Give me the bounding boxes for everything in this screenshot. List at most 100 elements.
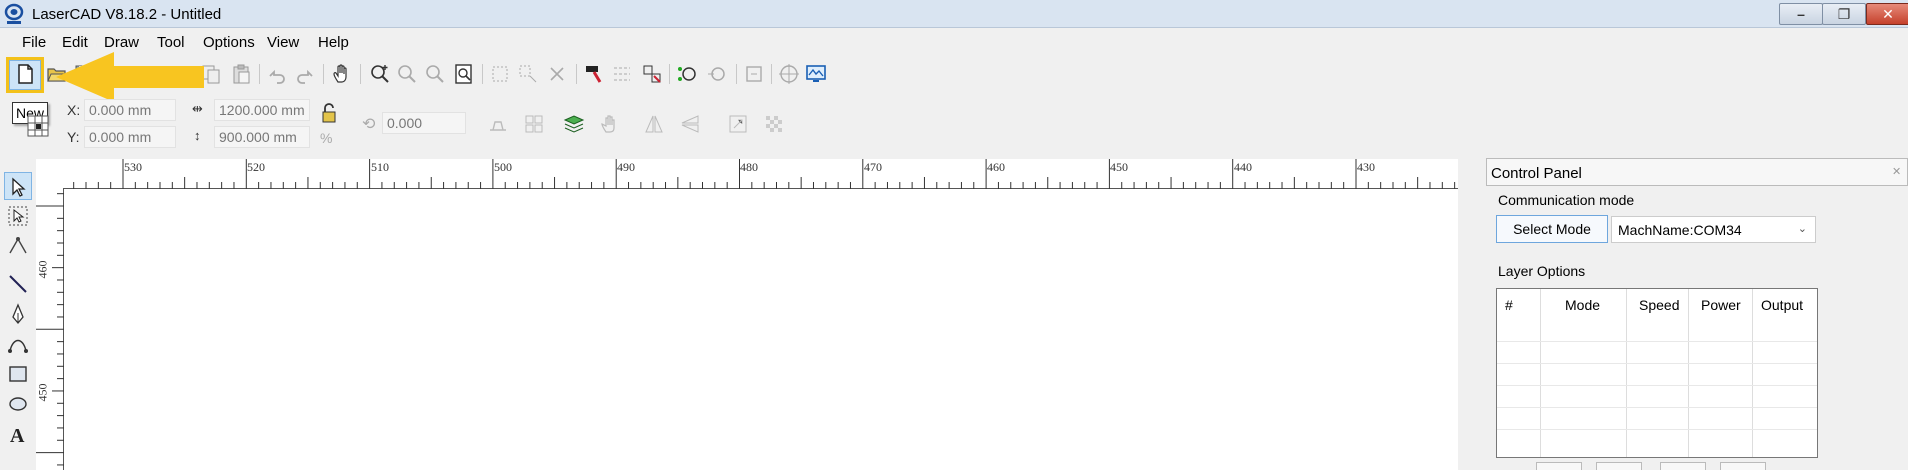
select-tool[interactable] [4, 172, 32, 200]
layer-column-mode [1541, 289, 1627, 457]
panel-bottom-button[interactable] [1596, 462, 1642, 470]
bezier-tool[interactable] [4, 330, 32, 358]
undo-icon [269, 69, 285, 84]
menu-draw[interactable]: Draw [104, 34, 139, 51]
text-tool[interactable]: A [4, 420, 32, 448]
app-window: LaserCAD V8.18.2 - Untitled – ❐ ✕ File E… [0, 0, 1908, 470]
layer-column-speed [1627, 289, 1689, 457]
menu-edit[interactable]: Edit [62, 34, 88, 51]
toolbar-separator [736, 64, 737, 84]
shape-edit-tool[interactable] [4, 232, 32, 260]
communication-mode-label: Communication mode [1498, 192, 1635, 208]
redo-button[interactable] [291, 60, 319, 88]
table-row [1497, 429, 1817, 430]
monitor-button[interactable] [802, 60, 830, 88]
ellipse-tool[interactable] [4, 390, 32, 418]
output-button[interactable] [740, 60, 768, 88]
ungroup-button[interactable] [514, 60, 542, 88]
monitor-icon [806, 65, 826, 82]
menu-file[interactable]: File [22, 34, 46, 51]
layer-header-number: # [1505, 297, 1513, 313]
panel-bottom-button[interactable] [1536, 462, 1582, 470]
restore-button[interactable]: ❐ [1822, 3, 1866, 25]
undo-button[interactable] [263, 60, 291, 88]
menu-help[interactable]: Help [318, 34, 349, 51]
lasercad-logo-icon [4, 3, 24, 24]
align-bottom-icon[interactable] [486, 112, 510, 136]
zoom-page-button[interactable] [450, 60, 478, 88]
panel-close-icon[interactable]: ✕ [1892, 165, 1901, 178]
group-button[interactable] [486, 60, 514, 88]
rectangle-tool[interactable] [4, 360, 32, 388]
array-icon [614, 67, 630, 81]
y-label: Y: [67, 129, 80, 145]
locate-button[interactable] [775, 60, 803, 88]
scale-percent-label: % [320, 130, 333, 146]
zoom-in-button[interactable] [366, 60, 394, 88]
close-button[interactable]: ✕ [1866, 3, 1908, 25]
text-a-icon: A [10, 425, 25, 447]
ruler-label: 490 [617, 160, 635, 174]
select-mode-button[interactable]: Select Mode [1496, 215, 1608, 243]
pan-button[interactable] [328, 60, 356, 88]
y-position-field[interactable]: 0.000 mm [84, 126, 176, 148]
paste-button[interactable] [227, 60, 255, 88]
vertical-ruler: 460 450 [36, 188, 64, 470]
redo-icon [297, 69, 313, 84]
checker-pattern-icon[interactable] [762, 112, 786, 136]
hammer-button[interactable] [580, 60, 608, 88]
layers-icon[interactable] [562, 112, 586, 136]
table-row [1497, 407, 1817, 408]
delete-group-icon [550, 67, 564, 81]
resize-icon[interactable] [726, 112, 750, 136]
zoom-in-icon [371, 65, 389, 83]
panel-bottom-button[interactable] [1660, 462, 1706, 470]
menu-view[interactable]: View [267, 34, 299, 51]
layer-header-mode: Mode [1565, 297, 1601, 313]
layer-options-table[interactable]: # Mode Speed Power Output [1496, 288, 1818, 458]
width-icon: ⇹ [192, 101, 203, 116]
drawing-canvas[interactable] [37, 159, 1458, 470]
path-button[interactable] [673, 60, 701, 88]
zoom-out-button[interactable] [393, 60, 421, 88]
delete-group-button[interactable] [543, 60, 571, 88]
zoom-window-button[interactable] [421, 60, 449, 88]
toolbar-separator [669, 64, 670, 84]
hand-tool-icon[interactable] [598, 112, 622, 136]
ruler-label: 460 [987, 160, 1005, 174]
panel-bottom-button[interactable] [1720, 462, 1766, 470]
lock-icon[interactable] [320, 102, 338, 124]
width-field[interactable]: 1200.000 mm [214, 99, 310, 121]
minimize-button[interactable]: – [1779, 3, 1823, 25]
chevron-down-icon: ⌄ [1797, 223, 1807, 235]
ruler-label: 510 [371, 160, 389, 174]
menu-tool[interactable]: Tool [157, 34, 185, 51]
align-grid-icon[interactable] [522, 112, 546, 136]
mirror-horizontal-icon[interactable] [642, 112, 666, 136]
group-icon [492, 66, 508, 82]
ellipse-icon [9, 397, 27, 411]
x-label: X: [67, 102, 81, 118]
ruler-label: 460 [35, 260, 50, 279]
array-button[interactable] [608, 60, 636, 88]
height-field[interactable]: 900.000 mm [214, 126, 310, 148]
machine-select[interactable]: MachName:COM34 ⌄ [1611, 216, 1816, 243]
node-select-tool[interactable] [4, 202, 32, 230]
hammer-icon [586, 66, 602, 83]
new-button-highlight [6, 57, 44, 93]
bezier-curve-icon [8, 339, 28, 353]
line-tool[interactable] [4, 270, 32, 298]
vertical-ruler-ticks [36, 193, 64, 466]
pen-tool[interactable] [4, 300, 32, 328]
node-select-icon [8, 206, 28, 226]
x-position-field[interactable]: 0.000 mm [84, 99, 176, 121]
rotate-path-button[interactable] [702, 60, 730, 88]
yellow-arrow-annotation [56, 52, 204, 102]
menu-options[interactable]: Options [203, 34, 255, 51]
rotation-field[interactable]: 0.000 [382, 112, 466, 134]
zoom-page-icon [455, 64, 472, 84]
ruler-label: 430 [1357, 160, 1375, 174]
ruler-label: 450 [35, 383, 50, 402]
mirror-vertical-icon[interactable] [678, 112, 702, 136]
node-edit-button[interactable] [638, 60, 666, 88]
